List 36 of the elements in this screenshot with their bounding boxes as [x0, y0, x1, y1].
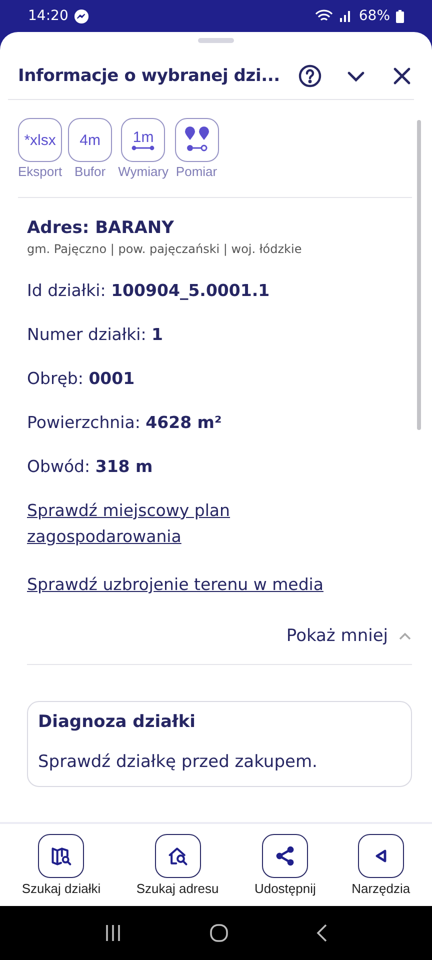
triangle-left-icon: [374, 849, 387, 863]
panel-title: Informacje o wybranej dzi...: [18, 66, 280, 86]
link[interactable]: Sprawdź miejscowy plan zagospodarowania: [27, 498, 287, 550]
parcel-field: Powierzchnia: 4628 m²: [27, 413, 412, 432]
drag-handle: [198, 38, 234, 43]
parcel-field: Obręb: 0001: [27, 369, 412, 388]
battery-percentage: 68%: [358, 8, 390, 24]
nav-button[interactable]: Szukaj adresu: [136, 834, 219, 896]
tool-value: 1m: [132, 130, 154, 144]
address-subtitle: gm. Pajęczno | pow. pajęczański | woj. łódzkie: [27, 242, 303, 256]
wifi-icon: [314, 9, 333, 23]
parcel-field: Obwód: 318 m: [27, 457, 412, 476]
house-search-icon: [166, 845, 189, 867]
parcel-field: Id działki: 100904_5.0001.1: [27, 281, 412, 300]
parcel-field: Numer działki: 1: [27, 325, 412, 344]
map-search-icon: [50, 845, 72, 867]
messenger-icon: [74, 8, 90, 24]
dimension-line-icon: [131, 144, 156, 150]
recent-apps-icon[interactable]: [104, 924, 122, 942]
help-icon: [298, 64, 322, 88]
card-title: Diagnoza działki: [38, 712, 196, 732]
back-icon[interactable]: [316, 924, 328, 942]
card-text: Sprawdź działkę przed zakupem.: [38, 752, 318, 772]
home-icon[interactable]: [208, 923, 229, 943]
tool-value: *xlsx: [24, 132, 56, 148]
tool-value: 4m: [80, 132, 100, 148]
address-title: Adres: BARANY: [27, 218, 175, 238]
nav-button[interactable]: Szukaj działki: [22, 834, 101, 896]
link[interactable]: Sprawdź uzbrojenie terenu w media: [27, 572, 412, 598]
show-less-button[interactable]: Pokaż mniej: [286, 626, 412, 646]
signal-icon: [338, 10, 353, 22]
chevron-up-icon: [398, 631, 412, 641]
route-pins-icon: [184, 126, 210, 154]
status-time: 14:20: [28, 8, 68, 24]
battery-icon: [396, 10, 404, 22]
share-icon: [274, 845, 296, 867]
